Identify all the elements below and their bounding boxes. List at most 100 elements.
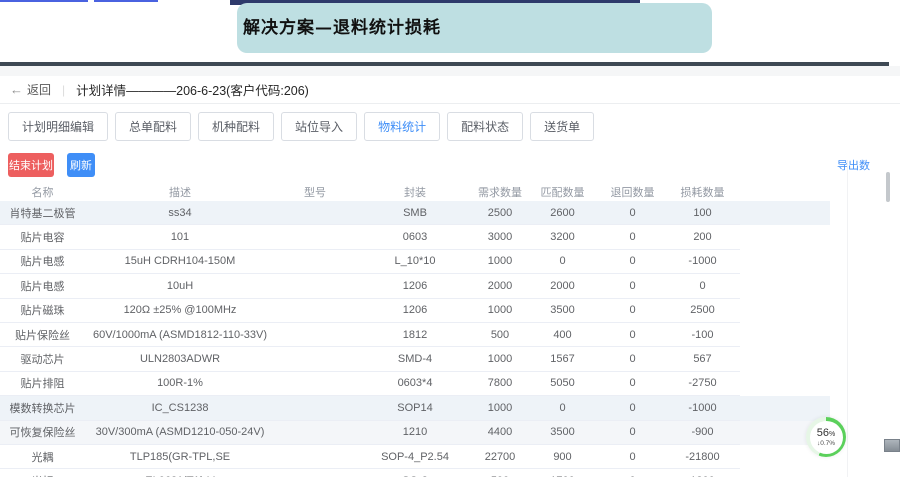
table-cell-loss: -1000 bbox=[665, 402, 740, 414]
end-plan-button[interactable]: 结束计划 bbox=[8, 153, 54, 177]
browser-top-line-right bbox=[94, 0, 158, 2]
table-row[interactable]: 光耦TLP185(GR-TPL,SESOP-4_P2.54227009000-2… bbox=[0, 445, 830, 469]
column-header: 需求数量 bbox=[475, 184, 525, 200]
table-cell-name: 贴片电感 bbox=[0, 253, 85, 269]
table-cell-name: 贴片排阻 bbox=[0, 375, 85, 391]
table-cell-matched: 0 bbox=[525, 255, 600, 267]
table-cell-demand: 1000 bbox=[475, 402, 525, 414]
back-arrow-icon[interactable]: ← bbox=[10, 82, 23, 97]
table-cell-matched: 900 bbox=[525, 451, 600, 463]
material-table: 名称描述型号封装需求数量匹配数量退回数量损耗数量 肖特基二极管ss34SMB25… bbox=[0, 183, 900, 477]
page-title: 计划详情————206-6-23(客户代码:206) bbox=[76, 80, 309, 99]
table-row[interactable]: 贴片保险丝60V/1000mA (ASMD1812-110-33V)181250… bbox=[0, 323, 830, 347]
table-cell-demand: 1000 bbox=[475, 255, 525, 267]
table-cell-returned: 0 bbox=[600, 304, 665, 316]
table-cell-returned: 0 bbox=[600, 353, 665, 365]
table-cell-loss: 2500 bbox=[665, 304, 740, 316]
slide-title: 解决方案—退料统计损耗 bbox=[243, 13, 712, 38]
column-header: 描述 bbox=[85, 184, 275, 200]
column-header: 退回数量 bbox=[600, 184, 665, 200]
table-cell-desc: 10uH bbox=[85, 280, 275, 292]
browser-top-line-left bbox=[0, 0, 88, 2]
table-cell-desc: 100R-1% bbox=[85, 377, 275, 389]
table-cell-package: 0603*4 bbox=[355, 377, 475, 389]
vertical-scrollbar[interactable] bbox=[886, 172, 890, 202]
export-data-link[interactable]: 导出数 bbox=[837, 157, 870, 173]
table-cell-returned: 0 bbox=[600, 255, 665, 267]
table-row[interactable]: 驱动芯片ULN2803ADWRSMD-4100015670567 bbox=[0, 347, 830, 371]
table-cell-name: 可恢复保险丝 bbox=[0, 424, 85, 440]
table-cell-desc: 101 bbox=[85, 231, 275, 243]
table-cell-loss: -21800 bbox=[665, 451, 740, 463]
tab-item-5[interactable]: 配料状态 bbox=[447, 112, 523, 141]
toolbar: 结束计划 刷新 导出数 bbox=[0, 146, 900, 183]
table-row[interactable]: 贴片磁珠120Ω ±25% @100MHz12061000350002500 bbox=[0, 299, 830, 323]
table-cell-package: 1206 bbox=[355, 280, 475, 292]
table-row[interactable]: 贴片电感15uH CDRH104-150ML_10*10100000-1000 bbox=[0, 250, 830, 274]
refresh-button[interactable]: 刷新 bbox=[67, 153, 95, 177]
table-cell-demand: 4400 bbox=[475, 426, 525, 438]
table-cell-name: 贴片电感 bbox=[0, 278, 85, 294]
column-header: 损耗数量 bbox=[665, 184, 740, 200]
tab-item-4[interactable]: 物料统计 bbox=[364, 112, 440, 141]
table-cell-returned: 0 bbox=[600, 231, 665, 243]
table-row[interactable]: 贴片电感10uH12062000200000 bbox=[0, 274, 830, 298]
table-cell-matched: 0 bbox=[525, 402, 600, 414]
table-cell-loss: 200 bbox=[665, 231, 740, 243]
table-cell-name: 贴片磁珠 bbox=[0, 302, 85, 318]
table-cell-name: 肖特基二极管 bbox=[0, 205, 85, 221]
table-cell-desc: ss34 bbox=[85, 207, 275, 219]
table-row[interactable]: 贴片排阻100R-1%0603*4780050500-2750 bbox=[0, 372, 830, 396]
tab-item-0[interactable]: 计划明细编辑 bbox=[8, 112, 108, 141]
tab-bar: 计划明细编辑总单配料机种配料站位导入物料统计配料状态送货单 bbox=[0, 104, 900, 146]
scrollbar-corner[interactable] bbox=[884, 439, 900, 452]
table-cell-loss: 0 bbox=[665, 280, 740, 292]
table-cell-returned: 0 bbox=[600, 207, 665, 219]
table-cell-matched: 1567 bbox=[525, 353, 600, 365]
table-cell-matched: 3200 bbox=[525, 231, 600, 243]
table-cell-package: SOP14 bbox=[355, 402, 475, 414]
table-cell-loss: -2750 bbox=[665, 377, 740, 389]
table-cell-name: 模数转换芯片 bbox=[0, 400, 85, 416]
table-cell-returned: 0 bbox=[600, 377, 665, 389]
table-cell-package: SMB bbox=[355, 207, 475, 219]
progress-inner: 56% ↓0.7% bbox=[810, 421, 843, 454]
table-cell-desc: ULN2803ADWR bbox=[85, 353, 275, 365]
table-row[interactable]: 贴片电容1010603300032000200 bbox=[0, 225, 830, 249]
table-cell-package: SOP-4_P2.54 bbox=[355, 451, 475, 463]
table-cell-desc: IC_CS1238 bbox=[85, 402, 275, 414]
table-cell-package: L_10*10 bbox=[355, 255, 475, 267]
table-cell-matched: 2600 bbox=[525, 207, 600, 219]
column-header: 名称 bbox=[0, 184, 85, 200]
table-cell-returned: 0 bbox=[600, 329, 665, 341]
content-right-border bbox=[847, 160, 848, 477]
progress-ring: 56% ↓0.7% bbox=[806, 417, 846, 457]
table-cell-demand: 2000 bbox=[475, 280, 525, 292]
back-button[interactable]: 返回 bbox=[27, 81, 51, 98]
breadcrumb: ← 返回 | 计划详情————206-6-23(客户代码:206) bbox=[0, 76, 900, 104]
table-cell-desc: 30V/300mA (ASMD1210-050-24V) bbox=[85, 426, 275, 438]
table-cell-loss: -900 bbox=[665, 426, 740, 438]
table-row[interactable]: 模数转换芯片IC_CS1238SOP14100000-1000 bbox=[0, 396, 830, 420]
table-cell-desc: 15uH CDRH104-150M bbox=[85, 255, 275, 267]
table-cell-demand: 22700 bbox=[475, 451, 525, 463]
table-cell-matched: 400 bbox=[525, 329, 600, 341]
page-background-strip bbox=[0, 66, 900, 76]
table-row[interactable]: 光耦EL0631(TA)-VSO-8500170001200 bbox=[0, 469, 830, 477]
table-cell-desc: 120Ω ±25% @100MHz bbox=[85, 304, 275, 316]
table-row[interactable]: 肖特基二极管ss34SMB250026000100 bbox=[0, 201, 830, 225]
table-row[interactable]: 可恢复保险丝30V/300mA (ASMD1210-050-24V)121044… bbox=[0, 421, 830, 445]
tab-item-2[interactable]: 机种配料 bbox=[198, 112, 274, 141]
tab-item-1[interactable]: 总单配料 bbox=[115, 112, 191, 141]
progress-delta: ↓0.7% bbox=[817, 440, 835, 447]
table-cell-desc: TLP185(GR-TPL,SE bbox=[85, 451, 275, 463]
table-cell-demand: 1000 bbox=[475, 304, 525, 316]
table-cell-package: 1206 bbox=[355, 304, 475, 316]
tab-item-3[interactable]: 站位导入 bbox=[281, 112, 357, 141]
table-cell-name: 贴片保险丝 bbox=[0, 327, 85, 343]
table-cell-package: SMD-4 bbox=[355, 353, 475, 365]
table-cell-demand: 2500 bbox=[475, 207, 525, 219]
table-cell-returned: 0 bbox=[600, 280, 665, 292]
tab-item-6[interactable]: 送货单 bbox=[530, 112, 594, 141]
table-cell-desc: 60V/1000mA (ASMD1812-110-33V) bbox=[85, 329, 275, 341]
